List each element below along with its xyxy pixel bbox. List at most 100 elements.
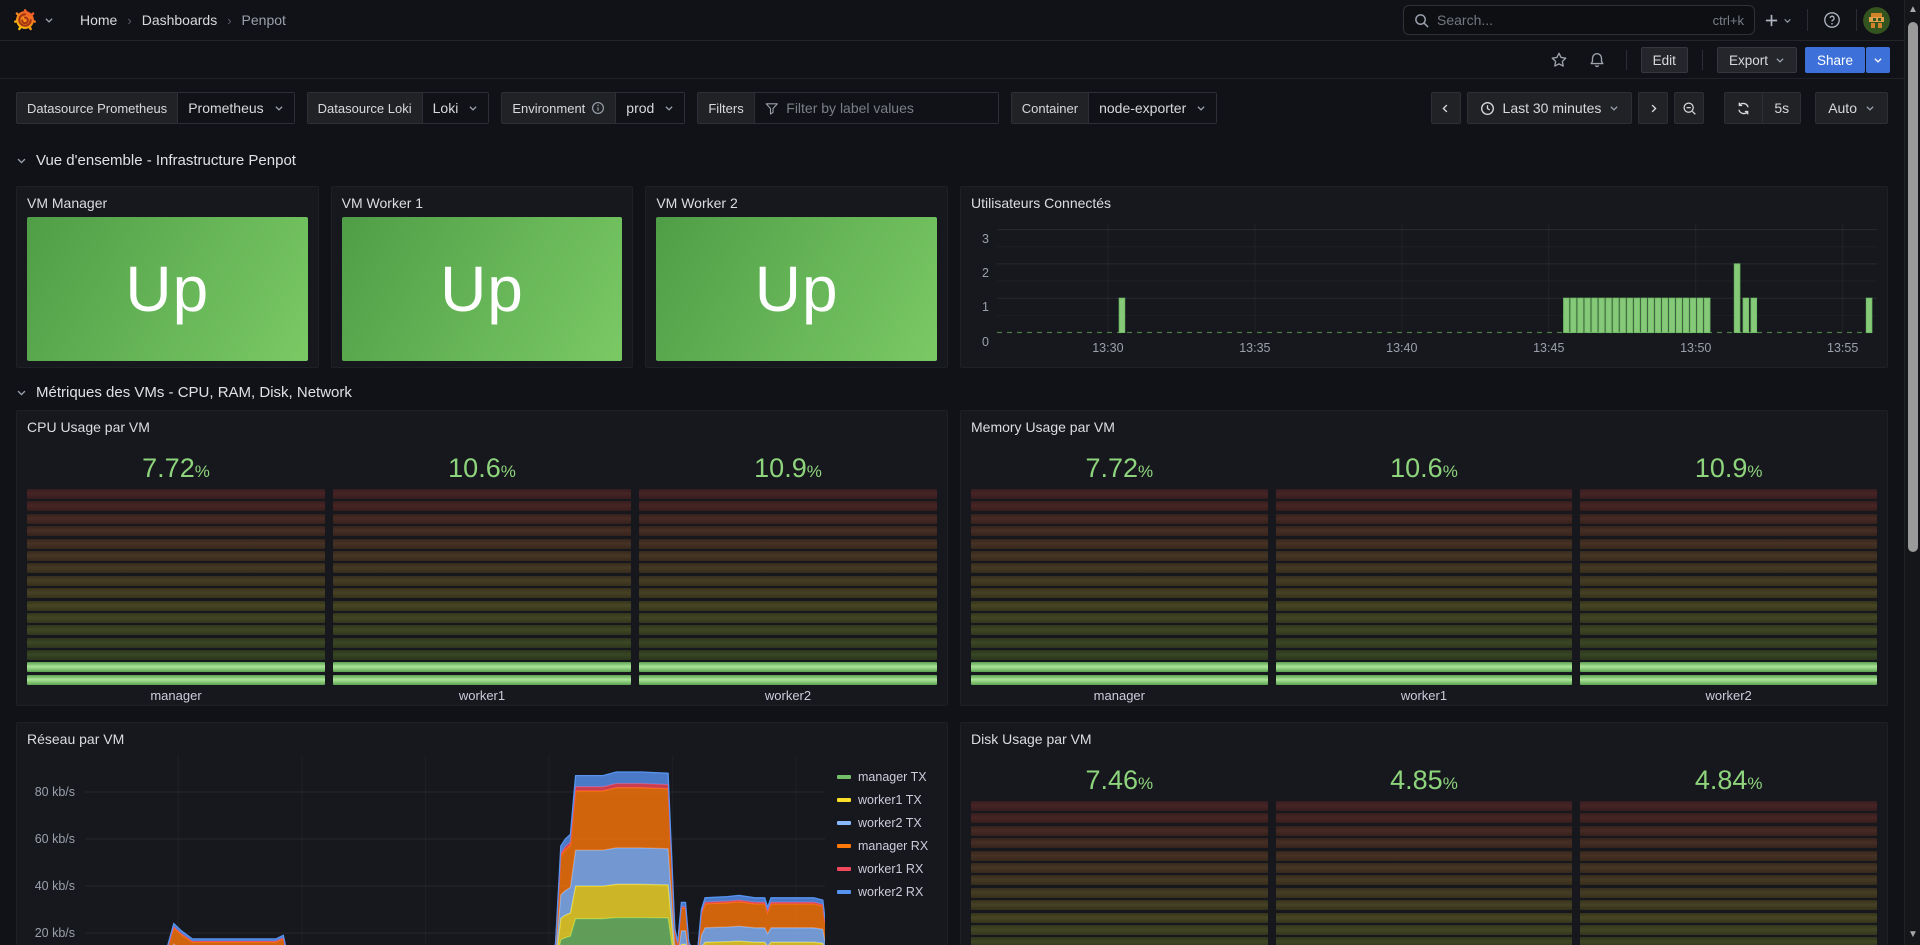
alert-bell-button[interactable] xyxy=(1582,46,1612,74)
gauge-cell xyxy=(639,601,937,611)
help-button[interactable] xyxy=(1814,5,1850,35)
gauge-column[interactable] xyxy=(639,489,937,685)
legend-item-manager-tx[interactable]: manager TX xyxy=(837,769,937,784)
y-tick-label: 2 xyxy=(982,266,989,280)
panel-title[interactable]: VM Worker 2 xyxy=(656,193,937,213)
panel-title[interactable]: VM Worker 1 xyxy=(342,193,623,213)
gauge-column[interactable] xyxy=(971,801,1268,945)
refresh-interval-label[interactable]: 5s xyxy=(1762,93,1800,123)
gauge-label: manager xyxy=(971,688,1268,703)
breadcrumb-item-home[interactable]: Home xyxy=(80,12,117,28)
gauge-cell xyxy=(639,675,937,685)
gauge-cell xyxy=(1276,588,1573,598)
gauge-cell xyxy=(1580,601,1877,611)
gauge-column[interactable] xyxy=(27,489,325,685)
gauge-cell xyxy=(971,675,1268,685)
legend-item-worker2-rx[interactable]: worker2 RX xyxy=(837,884,937,899)
gauge-values-row: 7.72%10.6%10.9% xyxy=(27,453,937,487)
scroll-down-arrow[interactable]: ▼ xyxy=(1908,930,1918,940)
gauge-cell xyxy=(1580,551,1877,561)
legend-item-manager-rx[interactable]: manager RX xyxy=(837,838,937,853)
scrollbar-thumb[interactable] xyxy=(1908,22,1918,552)
search-input[interactable] xyxy=(1437,12,1705,28)
gauge-cell xyxy=(1580,588,1877,598)
legend-swatch xyxy=(837,798,851,802)
y-tick-label: 1 xyxy=(982,300,989,314)
legend-item-worker2-tx[interactable]: worker2 TX xyxy=(837,815,937,830)
section-row-overview[interactable]: Vue d'ensemble - Infrastructure Penpot xyxy=(16,150,1888,170)
variable-value-dropdown[interactable]: prod xyxy=(615,93,684,123)
stat-background: Up xyxy=(27,217,308,361)
gauge-cell xyxy=(333,539,631,549)
gauge-label: worker2 xyxy=(639,688,937,703)
panel-title[interactable]: Memory Usage par VM xyxy=(971,417,1877,437)
gauge-cell xyxy=(1580,937,1877,945)
gauge-cell xyxy=(27,563,325,573)
share-button[interactable]: Share xyxy=(1805,47,1865,73)
panel-title[interactable]: VM Manager xyxy=(27,193,308,213)
gauge-cell xyxy=(971,563,1268,573)
gauge-cell xyxy=(1580,913,1877,923)
time-shift-back-button[interactable] xyxy=(1431,92,1461,124)
y-tick-label: 60 kb/s xyxy=(35,832,75,846)
gauge-column[interactable] xyxy=(1276,489,1573,685)
edit-button[interactable]: Edit xyxy=(1641,47,1688,73)
variable-value-dropdown[interactable]: Prometheus xyxy=(177,93,293,123)
gauge-cell xyxy=(1276,838,1573,848)
gauge-value: 10.9% xyxy=(639,453,937,487)
gauge-cell xyxy=(971,813,1268,823)
scroll-up-arrow[interactable]: ▲ xyxy=(1908,5,1918,15)
refresh-button[interactable] xyxy=(1725,93,1762,123)
gauge-cell xyxy=(1276,489,1573,499)
gauge-cell xyxy=(27,601,325,611)
variable-value-dropdown[interactable]: node-exporter xyxy=(1088,93,1216,123)
filter-input-box[interactable] xyxy=(754,93,998,123)
user-avatar[interactable] xyxy=(1863,7,1890,34)
gauge-cell xyxy=(27,514,325,524)
breadcrumb-item-penpot[interactable]: Penpot xyxy=(242,12,286,28)
page-scrollbar[interactable]: ▲ ▼ xyxy=(1904,0,1920,945)
auto-refresh-picker[interactable]: Auto xyxy=(1815,92,1888,124)
export-button[interactable]: Export xyxy=(1717,47,1797,73)
time-range-picker[interactable]: Last 30 minutes xyxy=(1467,92,1633,124)
network-chart-plot[interactable] xyxy=(85,755,825,945)
gauge-column[interactable] xyxy=(1580,489,1877,685)
gauge-cell xyxy=(639,650,937,660)
gauge-column[interactable] xyxy=(1276,801,1573,945)
time-shift-forward-button[interactable] xyxy=(1638,92,1668,124)
toolbar-divider xyxy=(1702,50,1703,70)
users-chart-plot[interactable] xyxy=(997,223,1877,335)
section-row-metrics[interactable]: Métriques des VMs - CPU, RAM, Disk, Netw… xyxy=(16,382,1888,402)
variable-value-dropdown[interactable]: Loki xyxy=(422,93,489,123)
gauge-cell xyxy=(1276,937,1573,945)
breadcrumb-item-dashboards[interactable]: Dashboards xyxy=(142,12,218,28)
gauge-column[interactable] xyxy=(1580,801,1877,945)
chevron-down-icon xyxy=(44,15,54,25)
legend-item-worker1-rx[interactable]: worker1 RX xyxy=(837,861,937,876)
panel-title[interactable]: Utilisateurs Connectés xyxy=(971,193,1877,213)
gauge-cell xyxy=(1276,551,1573,561)
panel-network: Réseau par VM 80 kb/s60 kb/s40 kb/s20 kb… xyxy=(16,722,948,945)
filter-by-label-input[interactable] xyxy=(786,100,987,116)
gauge-column[interactable] xyxy=(971,489,1268,685)
panel-title[interactable]: Disk Usage par VM xyxy=(971,729,1877,749)
new-button[interactable] xyxy=(1755,5,1801,35)
grafana-logo-menu[interactable] xyxy=(12,7,54,33)
gauge-cell xyxy=(1580,638,1877,648)
favorite-star-button[interactable] xyxy=(1544,46,1574,74)
gauge-cell xyxy=(971,913,1268,923)
gauge-column[interactable] xyxy=(333,489,631,685)
legend-label: worker1 TX xyxy=(858,793,922,807)
gauge-cell xyxy=(1276,501,1573,511)
refresh-group: 5s xyxy=(1724,92,1801,124)
share-menu-button[interactable] xyxy=(1866,47,1890,73)
gauge-cell xyxy=(1580,801,1877,811)
gauge-cell xyxy=(1276,539,1573,549)
panel-title[interactable]: Réseau par VM xyxy=(27,729,937,749)
panel-title[interactable]: CPU Usage par VM xyxy=(27,417,937,437)
gauge-cell xyxy=(1580,539,1877,549)
search-box[interactable]: ctrl+k xyxy=(1403,5,1755,35)
zoom-out-time-button[interactable] xyxy=(1674,92,1704,124)
legend-item-worker1-tx[interactable]: worker1 TX xyxy=(837,792,937,807)
gauge-cell xyxy=(333,551,631,561)
